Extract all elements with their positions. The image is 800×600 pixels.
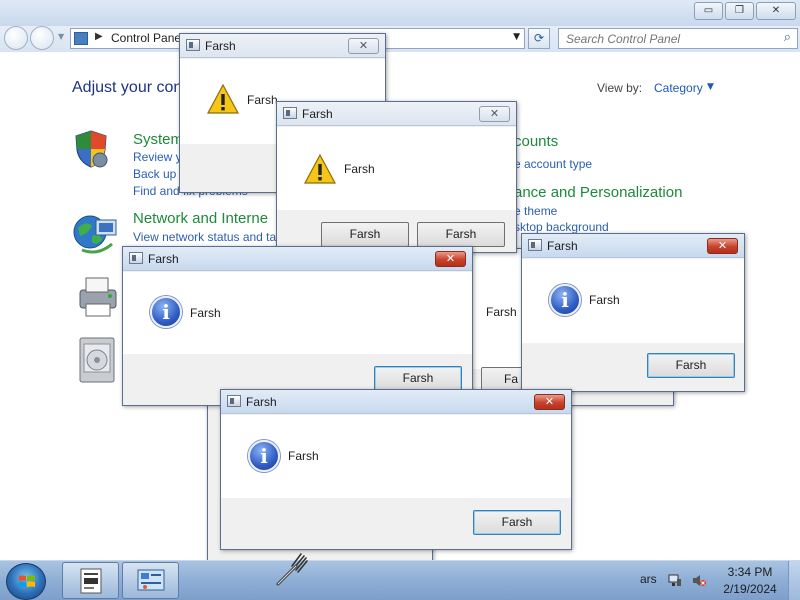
link-change-theme[interactable]: e theme — [514, 204, 557, 218]
breadcrumb[interactable]: Control Pane — [111, 31, 181, 45]
dialog-2-titlebar[interactable]: Farsh ✕ — [277, 102, 516, 126]
window-titlebar: ▭ ❐ ✕ — [0, 0, 800, 26]
dialog-5-content: i Farsh — [221, 415, 571, 498]
view-by-dropdown[interactable]: Category — [654, 81, 703, 95]
dialog-3-message: Farsh — [190, 306, 221, 320]
category-network[interactable]: Network and Interne — [133, 210, 268, 227]
dialog-3-ok-button[interactable]: Farsh — [374, 366, 462, 391]
dialog-2-close-button[interactable]: ✕ — [479, 106, 510, 122]
view-by-label: View by: — [597, 81, 643, 95]
dialog-5-message: Farsh — [288, 449, 319, 463]
dialog-3-titlebar[interactable]: Farsh ✕ — [123, 247, 472, 271]
search-input[interactable] — [559, 29, 769, 48]
taskbar-notepad-button[interactable] — [62, 562, 119, 599]
info-icon: i — [248, 440, 280, 472]
dialog-5-titlebar[interactable]: Farsh ✕ — [221, 390, 571, 414]
dialog-1-titlebar[interactable]: Farsh ✕ — [180, 34, 385, 58]
address-row: ▼ ▶ Control Pane ▼ ⟳ ⌕ — [0, 26, 800, 52]
recent-pages-chevron-icon[interactable]: ▼ — [58, 32, 64, 41]
dialog-app-icon — [227, 395, 241, 407]
maximize-button[interactable]: ❐ — [725, 2, 754, 20]
dialog-4-titlebar[interactable]: Farsh ✕ — [522, 234, 744, 258]
control-panel-icon — [74, 32, 88, 45]
dialog-5-ok-button[interactable]: Farsh — [473, 510, 561, 535]
dialog-4: Farsh ✕ i Farsh Farsh — [521, 233, 745, 392]
warning-icon — [207, 84, 239, 114]
volume-muted-icon[interactable] — [692, 574, 706, 587]
address-dropdown-icon[interactable]: ▼ — [513, 32, 520, 42]
dialog-1-message: Farsh — [247, 93, 278, 107]
taskbar-control-panel-button[interactable] — [122, 562, 179, 599]
view-by-chevron-icon[interactable]: ▼ — [707, 82, 714, 92]
page-title: Adjust your con — [72, 79, 183, 96]
link-desktop-background[interactable]: sktop background — [514, 220, 609, 234]
tray-language[interactable]: ars — [640, 572, 657, 586]
warning-icon — [304, 154, 336, 184]
dialog-app-icon — [528, 239, 542, 251]
link-review-status[interactable]: Review y — [133, 150, 182, 164]
info-icon: i — [549, 284, 581, 316]
dialog-3-close-button[interactable]: ✕ — [435, 251, 466, 267]
dialog-5: Farsh ✕ i Farsh Farsh — [220, 389, 572, 550]
forward-button[interactable] — [30, 26, 54, 50]
dialog-2-button-2[interactable]: Farsh — [417, 222, 505, 247]
shield-icon — [75, 130, 108, 168]
caption-buttons: ▭ ❐ ✕ — [694, 2, 796, 20]
printer-icon — [79, 277, 117, 317]
dialog-5-title: Farsh — [246, 395, 277, 409]
dialog-3-content: i Farsh — [123, 272, 472, 354]
category-appearance[interactable]: ance and Personalization — [514, 184, 682, 201]
dialog-2-title: Farsh — [302, 107, 333, 121]
minimize-button[interactable]: ▭ — [694, 2, 723, 20]
search-box[interactable]: ⌕ — [558, 28, 798, 49]
info-icon: i — [150, 296, 182, 328]
dialog-2-button-1[interactable]: Farsh — [321, 222, 409, 247]
dialog-4-content: i Farsh — [522, 259, 744, 343]
dialog-3-title: Farsh — [148, 252, 179, 266]
show-desktop-button[interactable] — [788, 561, 800, 600]
dialog-2-message: Farsh — [344, 162, 375, 176]
refresh-button[interactable]: ⟳ — [528, 28, 550, 49]
category-system[interactable]: System — [133, 131, 183, 148]
dialog-1-close-button[interactable]: ✕ — [348, 38, 379, 54]
dialog-1-title: Farsh — [205, 39, 236, 53]
category-user-accounts[interactable]: counts — [514, 133, 558, 150]
search-icon[interactable]: ⌕ — [784, 30, 791, 45]
dialog-4-close-button[interactable]: ✕ — [707, 238, 738, 254]
fork-cursor-icon — [276, 553, 308, 586]
dialog-behind-message: Farsh — [486, 305, 517, 319]
dialog-2: Farsh ✕ Farsh Farsh Farsh — [276, 101, 517, 253]
dialog-4-message: Farsh — [589, 293, 620, 307]
network-tray-icon[interactable] — [668, 574, 682, 587]
clock-date[interactable]: 2/19/2024 — [716, 582, 784, 596]
windows-logo-icon — [19, 575, 35, 587]
dialog-5-close-button[interactable]: ✕ — [534, 394, 565, 410]
dialog-app-icon — [186, 39, 200, 51]
taskbar: ars 3:34 PM 2/19/2024 — [0, 560, 800, 600]
clock-time[interactable]: 3:34 PM — [722, 565, 778, 579]
breadcrumb-arrow-icon[interactable]: ▶ — [95, 31, 103, 42]
back-button[interactable] — [4, 26, 28, 50]
close-button[interactable]: ✕ — [756, 2, 796, 20]
dialog-4-ok-button[interactable]: Farsh — [647, 353, 735, 378]
link-back-up[interactable]: Back up — [133, 167, 176, 181]
start-button[interactable] — [6, 563, 46, 600]
dialog-app-icon — [129, 252, 143, 264]
link-view-network-status[interactable]: View network status and tas — [133, 230, 282, 244]
media-player-icon — [79, 337, 115, 383]
dialog-4-title: Farsh — [547, 239, 578, 253]
notepad-icon — [80, 568, 102, 594]
control-panel-icon — [137, 569, 165, 591]
link-change-account-type[interactable]: e account type — [514, 157, 592, 171]
network-globe-icon — [73, 215, 117, 254]
dialog-3: Farsh ✕ i Farsh Farsh — [122, 246, 473, 406]
dialog-app-icon — [283, 107, 297, 119]
dialog-2-content: Farsh — [277, 127, 516, 210]
